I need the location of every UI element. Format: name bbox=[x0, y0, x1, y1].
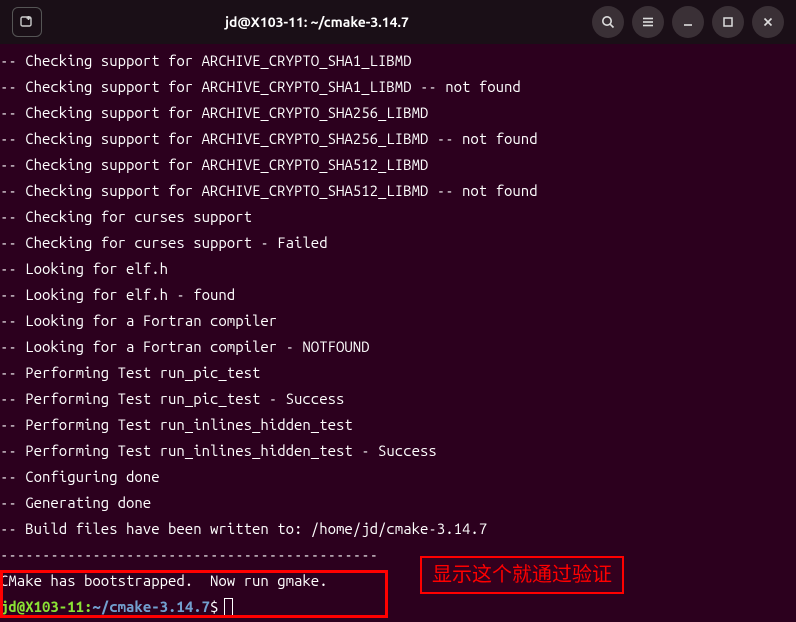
output-line: -- Build files have been written to: /ho… bbox=[0, 516, 796, 542]
output-line: -- Checking for curses support - Failed bbox=[0, 230, 796, 256]
output-line: -- Checking support for ARCHIVE_CRYPTO_S… bbox=[0, 48, 796, 74]
minimize-button[interactable] bbox=[672, 6, 704, 38]
output-line: -- Performing Test run_pic_test bbox=[0, 360, 796, 386]
cursor bbox=[224, 598, 233, 616]
terminal-output[interactable]: -- Checking support for ARCHIVE_CRYPTO_S… bbox=[0, 44, 796, 620]
output-line: -- Checking support for ARCHIVE_CRYPTO_S… bbox=[0, 126, 796, 152]
maximize-button[interactable] bbox=[712, 6, 744, 38]
close-button[interactable] bbox=[752, 6, 784, 38]
output-line: -- Looking for a Fortran compiler - NOTF… bbox=[0, 334, 796, 360]
close-icon bbox=[761, 15, 775, 29]
output-line: -- Looking for elf.h bbox=[0, 256, 796, 282]
maximize-icon bbox=[721, 15, 735, 29]
new-tab-icon bbox=[19, 14, 35, 30]
output-line: -- Performing Test run_pic_test - Succes… bbox=[0, 386, 796, 412]
annotation-label: 显示这个就通过验证 bbox=[420, 556, 624, 594]
prompt-user: jd@X103-11 bbox=[0, 598, 84, 615]
prompt-dollar: $ bbox=[210, 598, 218, 615]
output-line: -- Checking support for ARCHIVE_CRYPTO_S… bbox=[0, 74, 796, 100]
titlebar: jd@X103-11: ~/cmake-3.14.7 bbox=[0, 0, 796, 44]
hamburger-icon bbox=[641, 15, 655, 29]
output-line: -- Looking for elf.h - found bbox=[0, 282, 796, 308]
output-line: -- Performing Test run_inlines_hidden_te… bbox=[0, 438, 796, 464]
search-icon bbox=[601, 15, 615, 29]
output-line: -- Configuring done bbox=[0, 464, 796, 490]
output-line: -- Looking for a Fortran compiler bbox=[0, 308, 796, 334]
output-line: -- Performing Test run_inlines_hidden_te… bbox=[0, 412, 796, 438]
output-line: -- Generating done bbox=[0, 490, 796, 516]
prompt-line: jd@X103-11:~/cmake-3.14.7$ bbox=[0, 594, 796, 620]
output-line: CMake has bootstrapped. Now run gmake. bbox=[0, 568, 796, 594]
output-line: -- Checking for curses support bbox=[0, 204, 796, 230]
search-button[interactable] bbox=[592, 6, 624, 38]
new-tab-button[interactable] bbox=[12, 7, 42, 37]
output-line: -- Checking support for ARCHIVE_CRYPTO_S… bbox=[0, 152, 796, 178]
prompt-path: ~/cmake-3.14.7 bbox=[92, 598, 210, 615]
window-title: jd@X103-11: ~/cmake-3.14.7 bbox=[46, 14, 588, 30]
output-line: -- Checking support for ARCHIVE_CRYPTO_S… bbox=[0, 178, 796, 204]
output-line: ----------------------------------------… bbox=[0, 542, 796, 568]
output-line: -- Checking support for ARCHIVE_CRYPTO_S… bbox=[0, 100, 796, 126]
minimize-icon bbox=[681, 15, 695, 29]
menu-button[interactable] bbox=[632, 6, 664, 38]
